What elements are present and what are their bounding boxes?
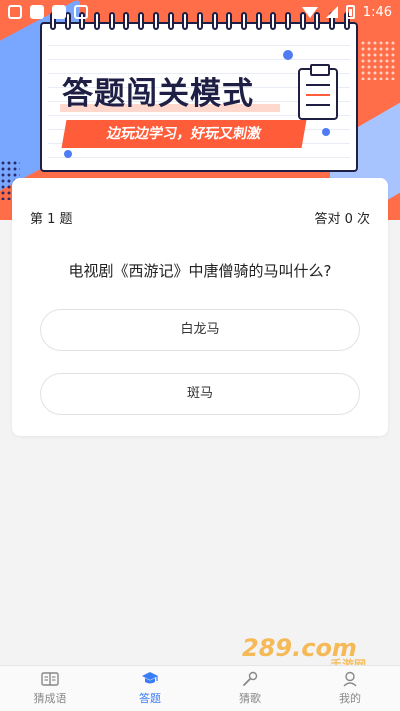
- decor-dot: [64, 150, 72, 158]
- tab-idiom[interactable]: 猜成语: [0, 666, 100, 711]
- user-icon: [341, 671, 359, 687]
- quiz-card: 第 1 题 答对 0 次 电视剧《西游记》中唐僧骑的马叫什么? 白龙马 斑马: [12, 178, 388, 436]
- game-notification-icon: [74, 5, 88, 19]
- signal-icon: [325, 6, 338, 18]
- tab-label: 我的: [339, 692, 361, 705]
- decor-dot: [283, 50, 293, 60]
- bottom-tab-bar: 猜成语 答题 猜歌 我的: [0, 665, 400, 711]
- graduation-cap-icon: [141, 671, 159, 687]
- question-text: 电视剧《西游记》中唐僧骑的马叫什么?: [68, 262, 332, 280]
- hero-slogan: 边玩边学习，好玩又刺激: [61, 120, 307, 148]
- decor-dots: [360, 40, 396, 80]
- status-right-icons: 1:46: [301, 4, 392, 20]
- correct-count: 答对 0 次: [314, 212, 370, 227]
- answer-option-2[interactable]: 斑马: [40, 373, 360, 415]
- microphone-icon: [241, 671, 259, 687]
- hero-title: 答题闯关模式: [62, 76, 254, 112]
- wifi-icon: [301, 6, 318, 18]
- answer-option-1[interactable]: 白龙马: [40, 309, 360, 351]
- battery-icon: [345, 5, 355, 19]
- question-number: 第 1 题: [30, 212, 73, 227]
- status-left-icons: [8, 5, 88, 19]
- tab-mine[interactable]: 我的: [300, 666, 400, 711]
- status-bar: 1:46: [0, 0, 400, 24]
- clipboard-icon: [298, 64, 338, 120]
- app-notification-icon: [52, 5, 66, 19]
- tab-label: 猜成语: [33, 692, 67, 705]
- decor-dot: [322, 128, 330, 136]
- tab-label: 答题: [139, 692, 161, 705]
- app-notification-icon: [30, 5, 44, 19]
- shopping-bag-icon: [8, 5, 22, 19]
- status-time: 1:46: [362, 4, 392, 20]
- notebook-illustration: 答题闯关模式 边玩边学习，好玩又刺激: [40, 12, 358, 172]
- book-icon: [41, 671, 59, 687]
- tab-quiz[interactable]: 答题: [100, 666, 200, 711]
- tab-song[interactable]: 猜歌: [200, 666, 300, 711]
- tab-label: 猜歌: [239, 692, 261, 705]
